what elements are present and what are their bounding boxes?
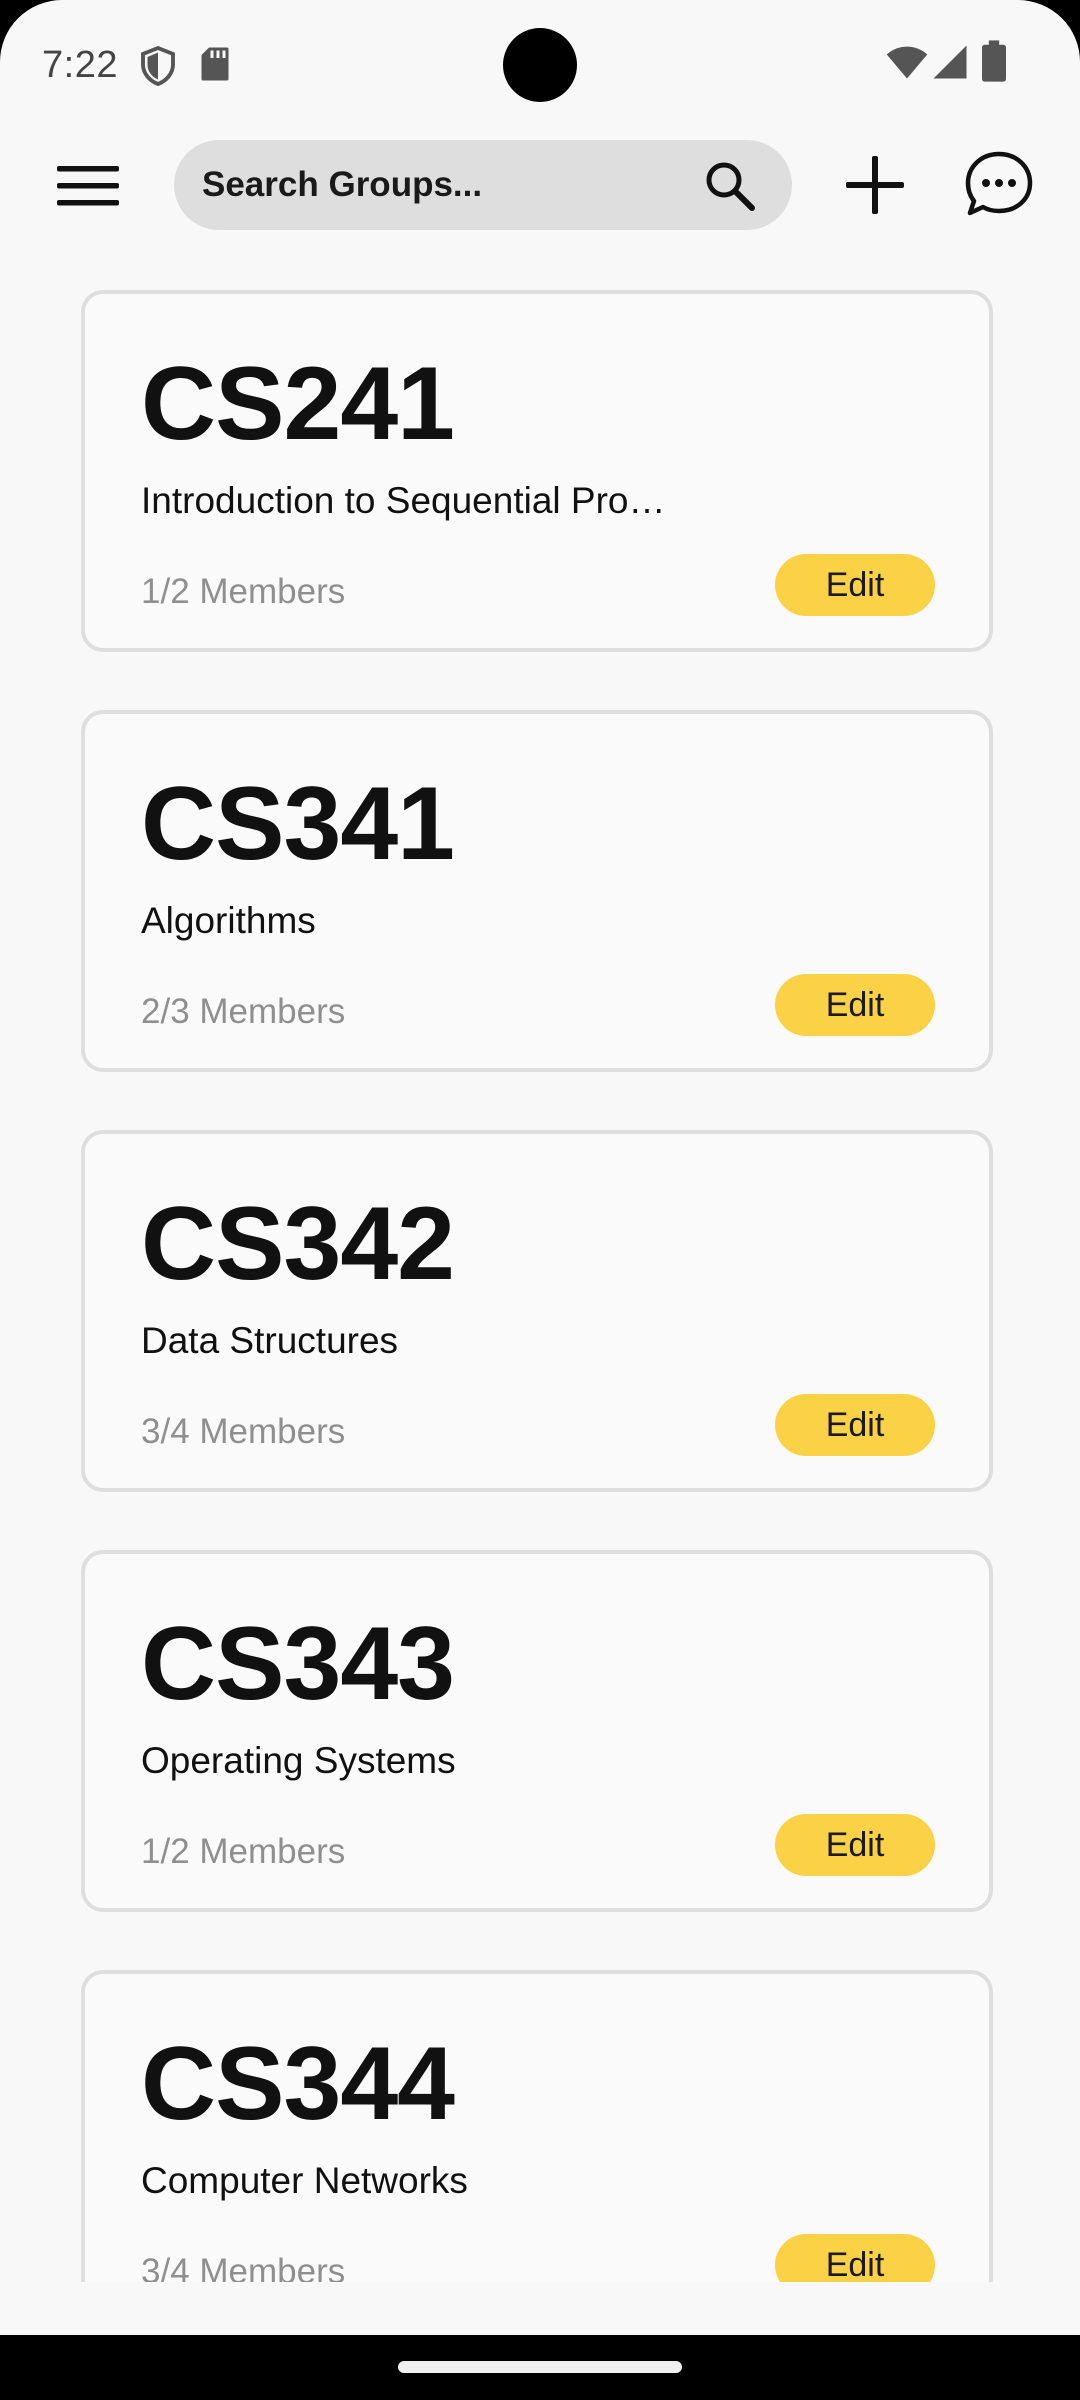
group-name: Computer Networks [141,2160,468,2201]
edit-group-button[interactable]: Edit [775,1394,935,1456]
shield-icon [140,45,176,91]
menu-button[interactable] [48,152,128,220]
edit-group-button[interactable]: Edit [775,2234,935,2282]
group-member-count: 3/4 Members [141,2252,346,2282]
edit-group-button[interactable]: Edit [775,1814,935,1876]
group-card[interactable]: CS342 Data Structures 3/4 Members Edit [81,1130,993,1492]
plus-icon [846,156,904,214]
wifi-icon [886,44,928,85]
group-member-count: 3/4 Members [141,1412,346,1451]
camera-cutout [503,28,577,102]
group-name: Data Structures [141,1320,399,1361]
group-card[interactable]: CS344 Computer Networks 3/4 Members Edit [81,1970,993,2282]
hamburger-menu-icon [57,166,119,206]
add-group-button[interactable] [840,150,910,220]
group-code: CS344 [141,2026,455,2142]
chat-button[interactable] [962,148,1036,222]
group-code: CS341 [141,766,455,882]
edit-group-button[interactable]: Edit [775,554,935,616]
group-card[interactable]: CS343 Operating Systems 1/2 Members Edit [81,1550,993,1912]
edit-group-button[interactable]: Edit [775,974,935,1036]
group-code: CS342 [141,1186,455,1302]
group-name: Operating Systems [141,1740,456,1781]
top-app-bar: Search Groups... [0,130,1080,240]
group-name: Introduction to Sequential Pro… [141,480,666,521]
group-card[interactable]: CS341 Algorithms 2/3 Members Edit [81,710,993,1072]
app-screen: 7:22 Search Groups... CS241 Introduction… [0,0,1080,2335]
status-bar: 7:22 [0,0,1080,130]
group-code: CS241 [141,346,455,462]
group-member-count: 2/3 Members [141,992,346,1031]
battery-icon [982,40,1006,87]
search-icon[interactable] [704,160,756,212]
sd-card-icon [200,46,230,87]
cellular-signal-icon [932,44,968,85]
group-name: Algorithms [141,900,316,941]
chat-bubble-icon [965,151,1033,216]
group-code: CS343 [141,1606,455,1722]
group-card[interactable]: CS241 Introduction to Sequential Pro… 1/… [81,290,993,652]
group-member-count: 1/2 Members [141,572,346,611]
status-time: 7:22 [42,44,118,86]
home-gesture-bar[interactable] [398,2361,682,2373]
group-list[interactable]: CS241 Introduction to Sequential Pro… 1/… [0,290,1080,2282]
search-input[interactable]: Search Groups... [174,140,792,230]
search-placeholder: Search Groups... [202,165,483,204]
group-member-count: 1/2 Members [141,1832,346,1871]
